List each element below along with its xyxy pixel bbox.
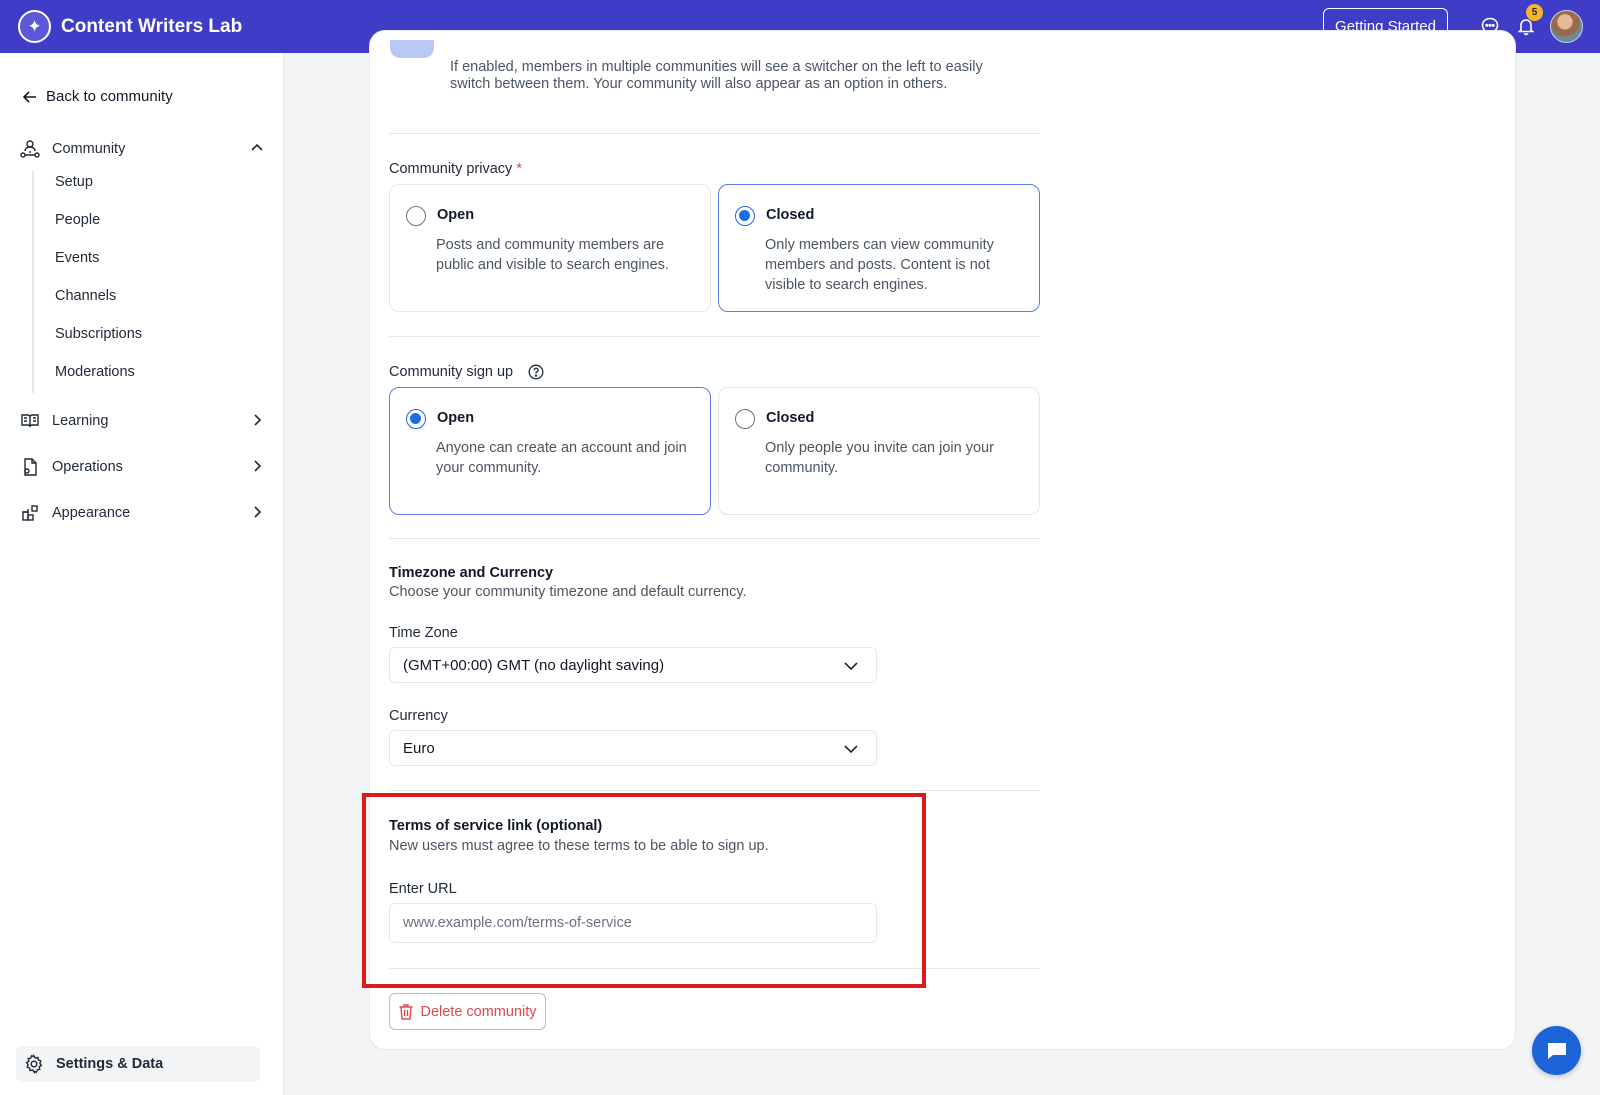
timezone-select[interactable]: (GMT+00:00) GMT (no daylight saving) xyxy=(389,647,877,683)
divider xyxy=(389,336,1040,337)
switcher-help-text: If enabled, members in multiple communit… xyxy=(450,59,983,92)
privacy-open-radio[interactable] xyxy=(406,206,426,226)
currency-value: Euro xyxy=(403,739,435,757)
signup-option-open[interactable]: Open Anyone can create an account and jo… xyxy=(389,387,711,515)
option-title: Open xyxy=(437,207,475,223)
required-marker: * xyxy=(516,161,522,177)
book-open-icon xyxy=(18,409,42,433)
back-to-community-link[interactable]: Back to community xyxy=(22,88,173,105)
sidebar: Back to community Community Setup People… xyxy=(0,53,284,1095)
option-title: Open xyxy=(437,410,475,426)
privacy-label-text: Community privacy xyxy=(389,161,513,177)
notification-badge: 5 xyxy=(1526,4,1543,21)
layout-blocks-icon xyxy=(18,501,42,525)
community-switcher-toggle[interactable] xyxy=(390,40,434,58)
privacy-label: Community privacy * xyxy=(389,161,522,177)
currency-select[interactable]: Euro xyxy=(389,730,877,766)
chevron-up-icon xyxy=(251,143,263,151)
sidebar-item-events[interactable]: Events xyxy=(55,250,99,266)
option-description: Only members can view community members … xyxy=(765,237,994,293)
trash-icon xyxy=(399,1003,413,1020)
divider xyxy=(389,790,1040,791)
back-link-label: Back to community xyxy=(46,88,173,105)
option-title: Closed xyxy=(766,207,815,223)
sidebar-item-people[interactable]: People xyxy=(55,212,100,228)
sparkle-logo-icon: ✦ xyxy=(18,10,51,43)
brand[interactable]: ✦ Content Writers Lab xyxy=(18,10,242,43)
sidebar-item-operations[interactable]: Operations xyxy=(18,452,266,482)
community-people-icon xyxy=(18,137,42,161)
sidebar-item-channels[interactable]: Channels xyxy=(55,288,116,304)
signup-open-radio[interactable] xyxy=(406,409,426,429)
delete-community-label: Delete community xyxy=(420,1003,537,1020)
option-description: Anyone can create an account and join yo… xyxy=(436,440,687,476)
app-name: Content Writers Lab xyxy=(61,15,243,37)
user-avatar[interactable] xyxy=(1550,10,1583,43)
signup-label: Community sign up xyxy=(389,364,544,380)
divider xyxy=(389,538,1040,539)
divider xyxy=(389,133,1040,134)
sidebar-item-subscriptions[interactable]: Subscriptions xyxy=(55,326,142,342)
privacy-closed-radio[interactable] xyxy=(735,206,755,226)
document-cog-icon xyxy=(18,455,42,479)
sidebar-item-label: Community xyxy=(52,141,126,157)
help-circle-icon[interactable] xyxy=(528,364,544,380)
signup-label-text: Community sign up xyxy=(389,364,514,380)
gear-icon xyxy=(25,1054,43,1074)
tz-currency-title: Timezone and Currency xyxy=(389,565,554,581)
privacy-option-open[interactable]: Open Posts and community members are pub… xyxy=(389,184,711,312)
chevron-right-icon xyxy=(254,506,262,518)
signup-option-closed[interactable]: Closed Only people you invite can join y… xyxy=(718,387,1040,515)
tz-currency-description: Choose your community timezone and defau… xyxy=(389,584,747,600)
chevron-right-icon xyxy=(254,460,262,472)
submenu-guide-line xyxy=(32,171,34,393)
chevron-down-icon xyxy=(844,662,858,671)
sidebar-item-label: Learning xyxy=(52,413,109,429)
sidebar-item-settings-data[interactable]: Settings & Data xyxy=(16,1046,260,1082)
sidebar-item-moderations[interactable]: Moderations xyxy=(55,364,135,380)
option-description: Only people you invite can join your com… xyxy=(765,440,994,476)
arrow-left-icon xyxy=(22,90,36,103)
delete-community-button[interactable]: Delete community xyxy=(389,993,546,1030)
highlight-annotation-box xyxy=(362,793,926,988)
chat-icon xyxy=(1547,1042,1566,1059)
sidebar-item-label: Operations xyxy=(52,459,123,475)
chevron-right-icon xyxy=(254,414,262,426)
currency-label: Currency xyxy=(389,708,448,724)
sidebar-item-setup[interactable]: Setup xyxy=(55,174,93,190)
timezone-label: Time Zone xyxy=(389,625,458,641)
signup-closed-radio[interactable] xyxy=(735,409,755,429)
option-description: Posts and community members are public a… xyxy=(436,237,669,273)
option-title: Closed xyxy=(766,410,815,426)
chevron-down-icon xyxy=(844,745,858,754)
sidebar-item-community[interactable]: Community xyxy=(18,134,266,164)
timezone-value: (GMT+00:00) GMT (no daylight saving) xyxy=(403,656,665,674)
sidebar-item-appearance[interactable]: Appearance xyxy=(18,498,266,528)
sidebar-item-label: Appearance xyxy=(52,505,131,521)
support-chat-button[interactable] xyxy=(1532,1026,1581,1075)
settings-data-label: Settings & Data xyxy=(56,1056,164,1072)
privacy-option-closed[interactable]: Closed Only members can view community m… xyxy=(718,184,1040,312)
sidebar-item-learning[interactable]: Learning xyxy=(18,406,266,436)
